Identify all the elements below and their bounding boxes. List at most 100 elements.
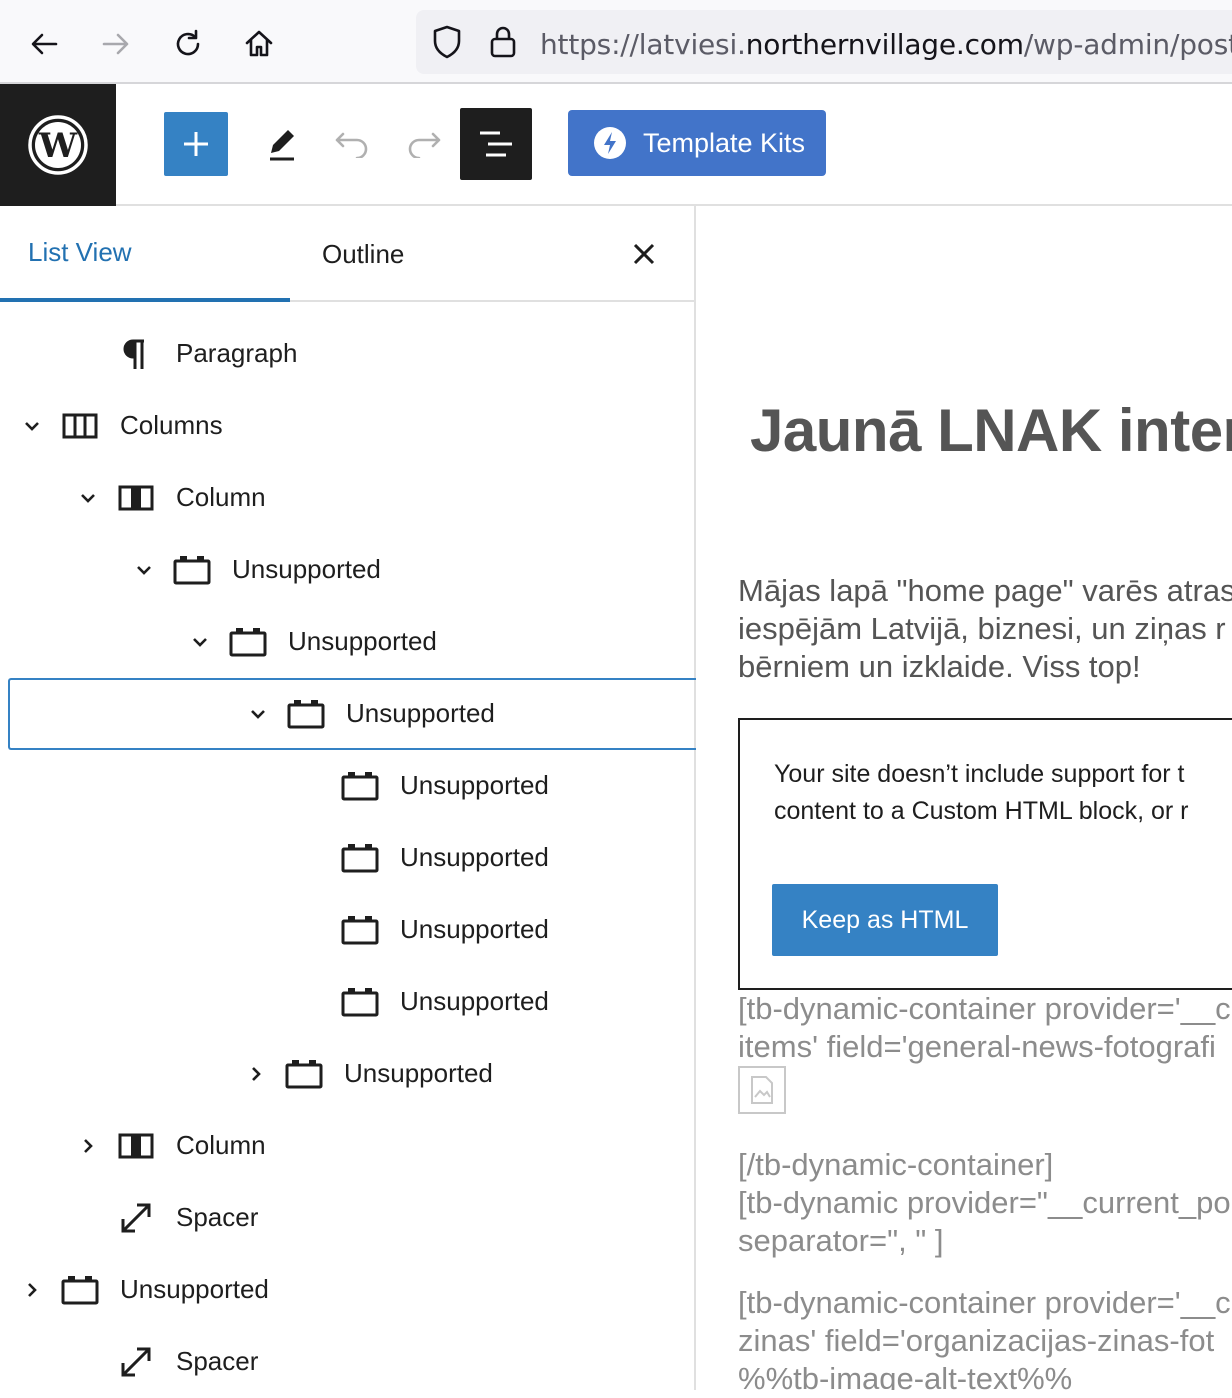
warning-line: Your site doesn’t include support for t <box>774 760 1185 788</box>
list-view-row-label: Paragraph <box>176 338 298 368</box>
wordpress-logo-icon[interactable]: W <box>0 84 116 206</box>
list-view-row-unsupported[interactable]: Unsupported <box>0 1038 696 1110</box>
post-title[interactable]: Jaunā LNAK intern <box>750 396 1232 465</box>
undo-button[interactable] <box>326 112 378 176</box>
url-prefix: https://latviesi. <box>540 28 746 61</box>
chevron-down-icon[interactable] <box>246 702 270 726</box>
redo-button[interactable] <box>398 112 450 176</box>
paragraph-line: Mājas lapā "home page" varēs atras <box>738 573 1232 608</box>
chevron-down-icon[interactable] <box>188 630 212 654</box>
list-view-row-unsupported[interactable]: Unsupported <box>0 894 696 966</box>
unsupported-block-icon <box>340 982 380 1022</box>
paragraph-line: bērniem un izklaide. Viss top! <box>738 649 1141 684</box>
close-icon[interactable] <box>626 236 662 272</box>
shortcode-text[interactable]: [/tb-dynamic-container] [tb-dynamic prov… <box>738 1146 1231 1260</box>
list-view-row-label: Unsupported <box>346 698 495 728</box>
shortcode-line: [/tb-dynamic-container] <box>738 1147 1054 1182</box>
list-view-row-column[interactable]: Column <box>0 462 696 534</box>
unsupported-block-icon <box>172 550 212 590</box>
lock-icon[interactable] <box>488 24 518 65</box>
shortcode-line: zinas' field='organizacijas-zinas-fot <box>738 1323 1215 1358</box>
unsupported-block-icon <box>228 622 268 662</box>
list-view-row-unsupported[interactable]: Unsupported <box>0 966 696 1038</box>
paragraph-line: iespējām Latvijā, biznesi, un ziņas r <box>738 611 1226 646</box>
spacer-icon <box>116 1342 156 1382</box>
unsupported-block-icon <box>286 694 326 734</box>
editor-canvas: Jaunā LNAK intern Mājas lapā "home page"… <box>698 206 1232 1390</box>
undo-icon <box>335 132 368 158</box>
keep-as-html-button[interactable]: Keep as HTML <box>772 884 998 956</box>
paragraph-block[interactable]: Mājas lapā "home page" varēs atras iespē… <box>738 572 1232 686</box>
list-view-row-columns[interactable]: Columns <box>0 390 696 462</box>
template-kits-label: Template Kits <box>642 127 806 158</box>
list-view-row-unsupported[interactable]: Unsupported <box>0 750 696 822</box>
list-view-row-unsupported[interactable]: Unsupported <box>0 822 696 894</box>
plus-icon <box>184 132 208 156</box>
add-block-button[interactable] <box>164 112 228 176</box>
shortcode-text[interactable]: [tb-dynamic-container provider='__c zina… <box>738 1284 1231 1390</box>
back-arrow-icon[interactable] <box>22 22 66 66</box>
list-view-row-spacer[interactable]: Spacer <box>0 1182 696 1254</box>
spacer-icon <box>116 1198 156 1238</box>
editor-toolbar: W Template Kits <box>0 84 1232 206</box>
shortcode-line: separator=", " ] <box>738 1223 944 1258</box>
template-kits-button[interactable]: Template Kits <box>568 110 826 176</box>
list-view-row-paragraph[interactable]: Paragraph <box>0 318 696 390</box>
edit-mode-button[interactable] <box>254 112 310 176</box>
list-view-row-unsupported[interactable]: Unsupported <box>8 678 696 750</box>
tab-outline-label: Outline <box>322 238 405 269</box>
columns-icon <box>60 406 100 446</box>
paragraph-icon <box>116 334 156 374</box>
list-view-row-label: Spacer <box>176 1202 259 1232</box>
broken-image-icon <box>738 1066 786 1114</box>
list-view-row-label: Unsupported <box>120 1274 269 1304</box>
list-view-row-label: Unsupported <box>288 626 437 656</box>
url-path: /wp-admin/post.ph <box>1023 28 1232 61</box>
list-view-row-label: Column <box>176 1130 266 1160</box>
shortcode-line: [tb-dynamic-container provider='__c <box>738 1285 1231 1320</box>
unsupported-block-icon <box>60 1270 100 1310</box>
list-view-row-label: Column <box>176 482 266 512</box>
chevron-down-icon[interactable] <box>20 414 44 438</box>
shield-icon[interactable] <box>430 24 464 65</box>
list-view-row-label: Unsupported <box>400 986 549 1016</box>
redo-icon <box>408 132 441 158</box>
unsupported-block-icon <box>340 910 380 950</box>
home-icon[interactable] <box>237 22 281 66</box>
template-kits-icon <box>593 127 626 159</box>
chevron-right-icon[interactable] <box>20 1278 44 1302</box>
list-view-row-column[interactable]: Column <box>0 1110 696 1182</box>
browser-toolbar: https://latviesi.northernvillage.com/wp-… <box>0 0 1232 84</box>
list-view-row-label: Unsupported <box>232 554 381 584</box>
chevron-right-icon[interactable] <box>76 1134 100 1158</box>
list-view-row-unsupported[interactable]: Unsupported <box>0 534 696 606</box>
list-view-icon <box>480 131 512 157</box>
unsupported-block-icon <box>340 838 380 878</box>
list-view-button[interactable] <box>460 108 532 180</box>
url-text[interactable]: https://latviesi.northernvillage.com/wp-… <box>540 28 1232 61</box>
chevron-down-icon[interactable] <box>76 486 100 510</box>
unsupported-block-warning: Your site doesn’t include support for t … <box>738 718 1232 990</box>
shortcode-line: items' field='general-news-fotografi <box>738 1029 1216 1064</box>
column-icon <box>116 478 156 518</box>
chevron-down-icon[interactable] <box>132 558 156 582</box>
reload-icon[interactable] <box>166 22 210 66</box>
chevron-right-icon[interactable] <box>244 1062 268 1086</box>
tab-list-view[interactable]: List View <box>0 206 290 302</box>
list-view-row-spacer[interactable]: Spacer <box>0 1326 696 1398</box>
list-view-row-label: Columns <box>120 410 223 440</box>
list-view-row-unsupported[interactable]: Unsupported <box>0 1254 696 1326</box>
url-bar[interactable]: https://latviesi.northernvillage.com/wp-… <box>416 10 1232 74</box>
svg-text:W: W <box>38 126 78 166</box>
list-view-row-label: Unsupported <box>400 842 549 872</box>
shortcode-line: [tb-dynamic provider="__current_po <box>738 1185 1231 1220</box>
forward-arrow-icon[interactable] <box>94 22 138 66</box>
tab-outline[interactable]: Outline <box>322 206 404 302</box>
list-view-row-label: Spacer <box>176 1346 259 1376</box>
pencil-icon <box>270 130 294 161</box>
shortcode-text[interactable]: [tb-dynamic-container provider='__c item… <box>738 990 1231 1066</box>
list-view-row-unsupported[interactable]: Unsupported <box>0 606 696 678</box>
url-domain: northernvillage.com <box>745 28 1024 61</box>
warning-text: Your site doesn’t include support for t … <box>774 756 1189 830</box>
warning-line: content to a Custom HTML block, or r <box>774 797 1189 825</box>
